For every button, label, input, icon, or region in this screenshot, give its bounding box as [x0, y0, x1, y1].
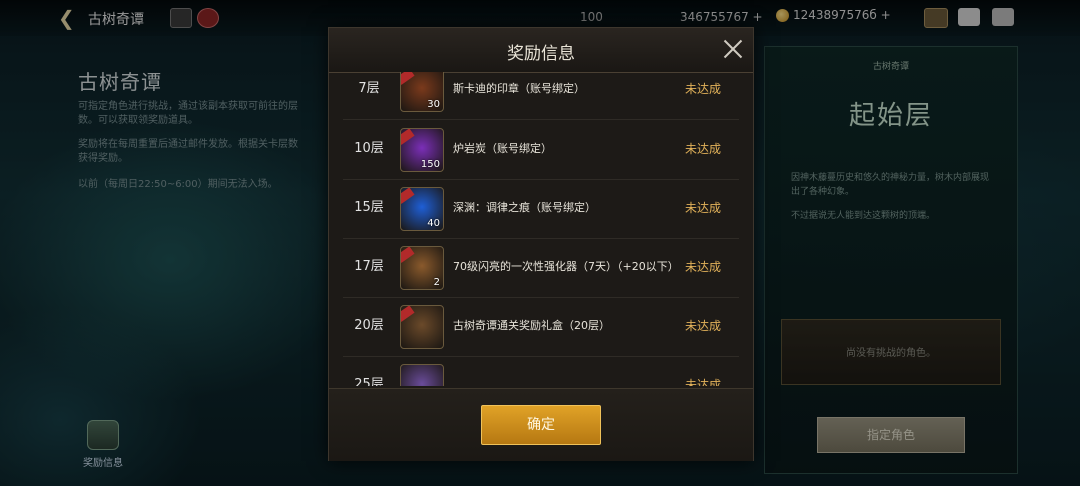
reward-name: 炉岩炭（账号绑定） — [453, 142, 552, 155]
status-text: 未达成 — [685, 319, 722, 333]
reward-name: 深渊：调律之痕（账号绑定） — [453, 201, 596, 214]
item-count: 2 — [433, 277, 440, 288]
item-count: 30 — [427, 99, 440, 110]
list-item: 7层 30 斯卡迪的印章（账号绑定） 未达成 — [343, 72, 739, 120]
reward-item-icon[interactable]: 40 — [400, 187, 444, 231]
reward-item-icon[interactable]: 150 — [400, 128, 444, 172]
bound-tag-icon — [401, 129, 415, 145]
floor-label: 7层 — [358, 81, 380, 96]
bound-tag-icon — [401, 247, 415, 263]
floor-label: 10层 — [354, 141, 384, 156]
reward-item-icon[interactable]: 2 — [400, 246, 444, 290]
list-item: 17层 2 70级闪亮的一次性强化器（7天）（+20以下） 未达成 — [343, 238, 739, 298]
status-text: 未达成 — [685, 260, 722, 274]
modal-footer: 确定 — [329, 388, 753, 461]
reward-item-icon[interactable] — [400, 364, 444, 386]
list-item: 20层 古树奇谭通关奖励礼盒（20层） 未达成 — [343, 297, 739, 357]
status-text: 未达成 — [685, 201, 722, 215]
floor-label: 25层 — [354, 377, 384, 386]
modal-header: 奖励信息 — [329, 28, 753, 73]
list-item: 15层 40 深渊：调律之痕（账号绑定） 未达成 — [343, 179, 739, 239]
reward-name: 古树奇谭通关奖励礼盒（20层） — [453, 319, 610, 332]
status-text: 未达成 — [685, 378, 722, 386]
reward-name: 斯卡迪的印章（账号绑定） — [453, 82, 585, 95]
reward-list[interactable]: 7层 30 斯卡迪的印章（账号绑定） 未达成 10层 150 炉岩炭（账号绑定）… — [343, 72, 739, 386]
status-text: 未达成 — [685, 82, 722, 96]
item-count: 150 — [420, 159, 440, 170]
confirm-button[interactable]: 确定 — [481, 405, 601, 445]
reward-item-icon[interactable]: 30 — [400, 72, 444, 112]
bound-tag-icon — [401, 306, 415, 322]
floor-label: 17层 — [354, 259, 384, 274]
item-count: 40 — [427, 218, 440, 229]
floor-label: 20层 — [354, 318, 384, 333]
modal-title: 奖励信息 — [507, 44, 575, 64]
list-item: 25层 未达成 — [343, 356, 739, 386]
close-icon[interactable] — [721, 37, 745, 61]
reward-item-icon[interactable] — [400, 305, 444, 349]
bound-tag-icon — [401, 72, 415, 85]
list-item: 10层 150 炉岩炭（账号绑定） 未达成 — [343, 120, 739, 180]
reward-info-modal: 奖励信息 7层 30 斯卡迪的印章（账号绑定） 未达成 10层 150 炉岩炭（… — [328, 27, 754, 461]
bound-tag-icon — [401, 188, 415, 204]
floor-label: 15层 — [354, 200, 384, 215]
status-text: 未达成 — [685, 142, 722, 156]
reward-name: 70级闪亮的一次性强化器（7天）（+20以下） — [453, 260, 679, 273]
